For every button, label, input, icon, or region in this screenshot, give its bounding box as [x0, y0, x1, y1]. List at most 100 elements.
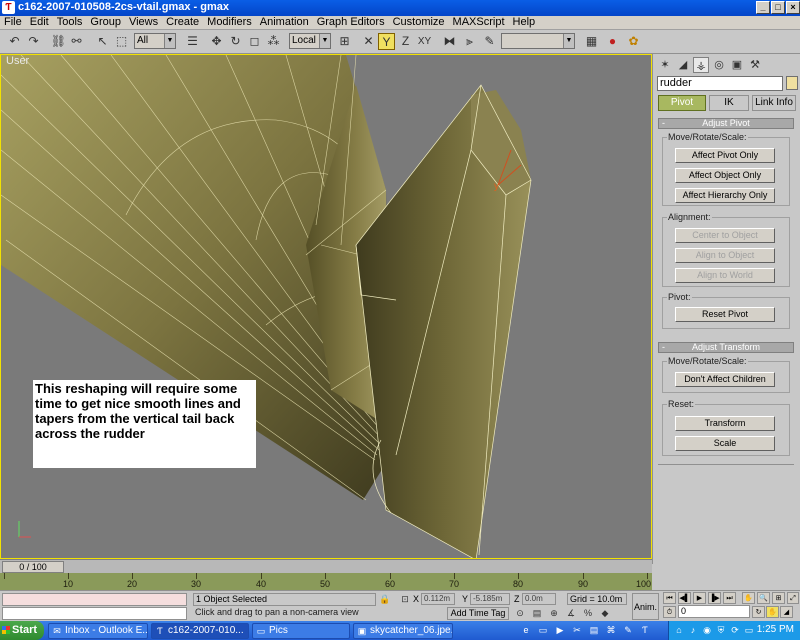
- start-button[interactable]: Start: [0, 621, 44, 640]
- affect-pivot-only-button[interactable]: Affect Pivot Only: [675, 148, 775, 163]
- viewport-label[interactable]: User: [6, 55, 29, 67]
- quicklaunch-gmax-icon[interactable]: Ƭ: [639, 624, 651, 636]
- quick-render-icon[interactable]: ✿: [625, 33, 642, 50]
- crossing-selection-icon[interactable]: ⊙: [513, 607, 527, 620]
- scale-button[interactable]: Scale: [675, 436, 775, 451]
- quicklaunch-calc-icon[interactable]: ⌘: [605, 624, 617, 636]
- tray-antivirus-icon[interactable]: ◉: [701, 624, 713, 636]
- degradation-override-icon[interactable]: ▤: [530, 607, 544, 620]
- quicklaunch-tool-icon[interactable]: ✂: [571, 624, 583, 636]
- scale-icon[interactable]: ◻: [246, 33, 263, 50]
- taskbar-item-outlook[interactable]: ✉ Inbox - Outlook E...: [48, 623, 148, 639]
- transform-gizmo-icon[interactable]: ⁂: [265, 33, 282, 50]
- current-frame-field[interactable]: 0: [678, 605, 750, 618]
- taskbar-item-skycatcher[interactable]: ▣ skycatcher_06.jpe...: [353, 623, 453, 639]
- reset-pivot-button[interactable]: Reset Pivot: [675, 307, 775, 322]
- pan-icon[interactable]: ✋: [742, 592, 755, 604]
- display-tab-icon[interactable]: ▣: [729, 57, 745, 73]
- minimize-button[interactable]: _: [756, 1, 770, 14]
- app-icon[interactable]: Ƭ: [2, 1, 15, 14]
- align-to-world-button[interactable]: Align to World: [675, 268, 775, 283]
- maximize-button[interactable]: □: [771, 1, 785, 14]
- perspective-viewport[interactable]: y User This reshaping will require some …: [0, 54, 652, 559]
- x-coord-field[interactable]: 0.112m: [421, 593, 455, 605]
- utilities-tab-icon[interactable]: ⚒: [747, 57, 763, 73]
- align-icon[interactable]: ⫸: [461, 33, 478, 50]
- select-by-name-icon[interactable]: ☰: [184, 33, 201, 50]
- previous-frame-icon[interactable]: ◀▌: [678, 592, 691, 604]
- menu-create[interactable]: Create: [162, 16, 203, 29]
- z-coord-field[interactable]: 0.0m: [522, 593, 556, 605]
- maximize-viewport-icon[interactable]: ⤢: [787, 592, 799, 604]
- rotate-icon[interactable]: ↻: [227, 33, 244, 50]
- arc-rotate-icon[interactable]: ↻: [752, 606, 765, 618]
- tray-shield-icon[interactable]: ⛨: [715, 624, 727, 636]
- constrain-y-button[interactable]: Y: [378, 33, 395, 50]
- percent-snap-icon[interactable]: %: [581, 607, 595, 620]
- play-icon[interactable]: ▶: [693, 592, 706, 604]
- motion-tab-icon[interactable]: ◎: [711, 57, 727, 73]
- y-coord-field[interactable]: -5.185m: [470, 593, 510, 605]
- maxscript-listener-input[interactable]: [2, 607, 187, 620]
- selection-filter-dropdown[interactable]: All ▼: [134, 33, 176, 49]
- hierarchy-tab-icon[interactable]: ⚶: [693, 57, 709, 73]
- material-editor-icon[interactable]: ▦: [583, 33, 600, 50]
- angle-snap-icon[interactable]: ∡: [564, 607, 578, 620]
- tray-volume-icon[interactable]: ♪: [687, 624, 699, 636]
- spinner-snap-icon[interactable]: ◆: [598, 607, 612, 620]
- menu-maxscript[interactable]: MAXScript: [449, 16, 509, 29]
- select-object-icon[interactable]: ↖: [94, 33, 111, 50]
- menu-customize[interactable]: Customize: [389, 16, 449, 29]
- go-to-end-icon[interactable]: ⏭: [723, 592, 736, 604]
- region-select-icon[interactable]: ⬚: [113, 33, 130, 50]
- align-to-object-button[interactable]: Align to Object: [675, 248, 775, 263]
- tab-pivot[interactable]: Pivot: [658, 95, 706, 111]
- snap-toggle-icon[interactable]: ⊕: [547, 607, 561, 620]
- object-name-field[interactable]: rudder: [657, 76, 783, 91]
- center-to-object-button[interactable]: Center to Object: [675, 228, 775, 243]
- quicklaunch-folder-icon[interactable]: ▤: [588, 624, 600, 636]
- tray-display-icon[interactable]: ▭: [743, 624, 755, 636]
- zoom-all-icon[interactable]: ⊞: [772, 592, 785, 604]
- unlink-icon[interactable]: ⚯: [68, 33, 85, 50]
- menu-group[interactable]: Group: [86, 16, 125, 29]
- undo-icon[interactable]: ↶: [6, 33, 23, 50]
- zoom-icon[interactable]: 🔍: [757, 592, 770, 604]
- lock-selection-icon[interactable]: 🔒: [378, 593, 392, 606]
- rudder-mesh[interactable]: [355, 84, 532, 559]
- object-color-swatch[interactable]: [786, 76, 798, 90]
- quicklaunch-media-icon[interactable]: ▶: [554, 624, 566, 636]
- affect-object-only-button[interactable]: Affect Object Only: [675, 168, 775, 183]
- constrain-z-button[interactable]: Z: [397, 33, 414, 50]
- adjust-pivot-rollout-header[interactable]: - Adjust Pivot: [658, 118, 794, 129]
- menu-edit[interactable]: Edit: [26, 16, 53, 29]
- go-to-start-icon[interactable]: ⏮: [663, 592, 676, 604]
- dont-affect-children-button[interactable]: Don't Affect Children: [675, 372, 775, 387]
- menu-file[interactable]: File: [0, 16, 26, 29]
- tab-link-info[interactable]: Link Info: [752, 95, 796, 111]
- quicklaunch-paint-icon[interactable]: ✎: [622, 624, 634, 636]
- animate-toggle-button[interactable]: Anim.: [632, 593, 659, 620]
- menu-views[interactable]: Views: [125, 16, 162, 29]
- pan-view-icon[interactable]: ✋: [766, 606, 779, 618]
- affect-hierarchy-only-button[interactable]: Affect Hierarchy Only: [675, 188, 775, 203]
- tab-ik[interactable]: IK: [709, 95, 749, 111]
- track-bar[interactable]: 10 20 30 40 50 60 70 80 90 100: [0, 573, 652, 590]
- menu-graph-editors[interactable]: Graph Editors: [313, 16, 389, 29]
- maxscript-listener-macro[interactable]: [2, 593, 187, 606]
- menu-help[interactable]: Help: [509, 16, 540, 29]
- select-link-icon[interactable]: ⛓: [50, 33, 67, 50]
- tray-network-icon[interactable]: ⌂: [673, 624, 685, 636]
- taskbar-item-gmax[interactable]: Ƭ c162-2007-010...: [151, 623, 249, 639]
- create-tab-icon[interactable]: ✶: [657, 57, 673, 73]
- add-time-tag-button[interactable]: Add Time Tag: [447, 607, 509, 620]
- paint-icon[interactable]: ✎: [481, 33, 498, 50]
- transform-button[interactable]: Transform: [675, 416, 775, 431]
- close-button[interactable]: ×: [786, 1, 800, 14]
- menu-modifiers[interactable]: Modifiers: [203, 16, 256, 29]
- modify-tab-icon[interactable]: ◢: [675, 57, 691, 73]
- render-icon[interactable]: ●: [604, 33, 621, 50]
- taskbar-item-pics[interactable]: ▭ Pics: [252, 623, 350, 639]
- mirror-icon[interactable]: ⧓: [441, 33, 458, 50]
- menu-tools[interactable]: Tools: [53, 16, 87, 29]
